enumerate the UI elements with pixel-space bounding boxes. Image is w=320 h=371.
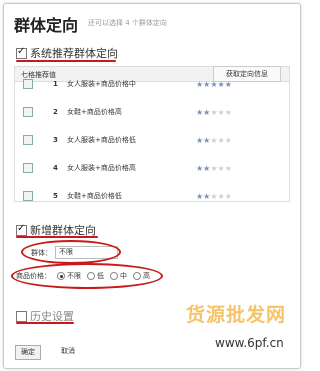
star-icon: ★	[210, 79, 218, 89]
star-icon: ★	[210, 163, 218, 173]
dialog-title: 群体定向	[14, 16, 79, 35]
annotation-underline	[16, 60, 116, 62]
star-icon: ★	[224, 79, 232, 89]
annotation-oval	[11, 263, 163, 289]
table-row[interactable]: 5 女鞋+商品价格低 ★★★★★	[15, 189, 289, 203]
table-row[interactable]: 1 女人服装+商品价格中 ★★★★★	[15, 77, 289, 91]
watermark-logo: 货源批发网	[186, 304, 287, 326]
row-text: 女人服装+商品价格低	[67, 136, 136, 144]
star-icon: ★	[210, 107, 218, 117]
row-number: 5	[53, 192, 58, 200]
system-section-label: 系统推荐群体定向	[30, 47, 118, 60]
row-checkbox[interactable]	[23, 163, 33, 173]
table-row[interactable]: 2 女鞋+商品价格高 ★★★★★	[15, 105, 289, 119]
row-checkbox[interactable]	[23, 107, 33, 117]
row-number: 2	[53, 108, 58, 116]
annotation-oval	[21, 240, 121, 264]
star-icon: ★	[224, 191, 232, 201]
system-section-checkbox[interactable]	[16, 46, 27, 59]
row-number: 3	[53, 136, 58, 144]
table-row[interactable]: 4 女人服装+商品价格高 ★★★★★	[15, 161, 289, 175]
star-icon: ★	[217, 107, 225, 117]
dialog-subtitle: 还可以选择 4 个群体定向	[88, 19, 167, 27]
star-icon: ★	[217, 191, 225, 201]
star-icon: ★	[210, 135, 218, 145]
star-icon: ★	[217, 163, 225, 173]
star-icon: ★	[224, 135, 232, 145]
row-rating: ★★★★★	[196, 192, 232, 201]
annotation-underline	[16, 322, 74, 324]
history-section-checkbox[interactable]	[16, 310, 27, 322]
row-text: 女人服装+商品价格中	[67, 80, 136, 88]
system-section-header[interactable]: 系统推荐群体定向	[16, 45, 118, 61]
row-rating: ★★★★★	[196, 80, 232, 89]
star-icon: ★	[224, 163, 232, 173]
new-section-checkbox[interactable]	[16, 223, 27, 236]
star-icon: ★	[217, 135, 225, 145]
table-row[interactable]: 3 女人服装+商品价格低 ★★★★★	[15, 133, 289, 147]
row-rating: ★★★★★	[196, 164, 232, 173]
row-checkbox[interactable]	[23, 135, 33, 145]
row-text: 女鞋+商品价格高	[67, 108, 122, 116]
row-rating: ★★★★★	[196, 108, 232, 117]
star-icon: ★	[224, 107, 232, 117]
recommend-table: 七格推荐值 获取定向信息 1 女人服装+商品价格中 ★★★★★ 2 女鞋+商品价格高 ★★…	[14, 66, 290, 202]
row-text: 女人服装+商品价格高	[67, 164, 136, 172]
ok-button[interactable]: 确定	[15, 345, 41, 360]
watermark-url: www.6pf.cn	[215, 336, 284, 350]
row-rating: ★★★★★	[196, 136, 232, 145]
row-number: 4	[53, 164, 58, 172]
star-icon: ★	[217, 79, 225, 89]
star-icon: ★	[210, 191, 218, 201]
row-number: 1	[53, 80, 58, 88]
cancel-button[interactable]: 取消	[57, 345, 79, 358]
annotation-underline	[16, 236, 98, 238]
row-text: 女鞋+商品价格低	[67, 192, 122, 200]
row-checkbox[interactable]	[23, 191, 33, 201]
row-checkbox[interactable]	[23, 79, 33, 89]
